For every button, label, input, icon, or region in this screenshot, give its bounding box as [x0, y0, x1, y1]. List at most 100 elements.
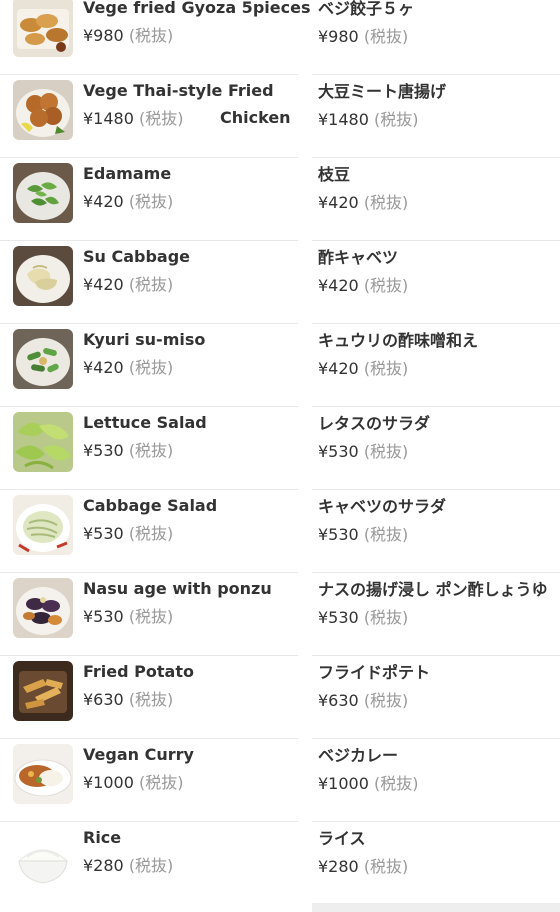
menu-item-price-row: ¥420 (税抜): [318, 360, 408, 378]
menu-item-name: キャベツのサラダ: [318, 497, 447, 516]
bottom-divider: [312, 903, 560, 912]
menu-item[interactable]: Cabbage Salad ¥530 (税抜): [0, 490, 298, 573]
menu-item-name: 枝豆: [318, 165, 351, 184]
tax-excluded-label: (税抜): [128, 856, 174, 875]
menu-item-price-row: ¥1480 (税抜): [83, 110, 184, 128]
menu-item-name: ベジ餃子５ヶ: [318, 0, 415, 18]
menu-item-price: ¥530: [83, 441, 124, 460]
menu-item[interactable]: ナスの揚げ浸し ポン酢しょうゆ ¥530 (税抜): [312, 573, 560, 656]
menu-item[interactable]: Edamame ¥420 (税抜): [0, 158, 298, 241]
tax-excluded-label: (税抜): [363, 359, 409, 378]
menu-item-name: Edamame: [83, 164, 172, 183]
menu-item[interactable]: Kyuri su-miso ¥420 (税抜): [0, 324, 298, 407]
tax-excluded-label: (税抜): [363, 857, 409, 876]
menu-item-price-row: ¥420 (税抜): [318, 277, 408, 295]
menu-item-price-row: ¥530 (税抜): [83, 608, 173, 626]
menu-item-name: Vege Thai-style Fried: [83, 81, 274, 100]
menu-item-price: ¥630: [318, 691, 359, 710]
menu-item[interactable]: ベジカレー ¥1000 (税抜): [312, 739, 560, 822]
tax-excluded-label: (税抜): [139, 109, 184, 128]
menu-item[interactable]: Vege Thai-style Fried Chicken ¥1480 (税抜): [0, 75, 298, 158]
tax-excluded-label: (税抜): [363, 193, 409, 212]
menu-item-name: Fried Potato: [83, 662, 194, 681]
menu-item[interactable]: Fried Potato ¥630 (税抜): [0, 656, 298, 739]
menu-item[interactable]: キュウリの酢味噌和え ¥420 (税抜): [312, 324, 560, 407]
menu-item-price: ¥420: [318, 359, 359, 378]
menu-item-price-row: ¥280 (税抜): [318, 858, 408, 876]
menu-item-price: ¥1000: [318, 774, 369, 793]
tax-excluded-label: (税抜): [139, 773, 184, 792]
menu-item-name: ベジカレー: [318, 746, 399, 765]
tax-excluded-label: (税抜): [128, 358, 174, 377]
menu-item-price-row: ¥420 (税抜): [83, 359, 173, 377]
menu-item-price: ¥530: [83, 607, 124, 626]
tax-excluded-label: (税抜): [128, 192, 174, 211]
menu-item-name: レタスのサラダ: [318, 414, 431, 433]
tax-excluded-label: (税抜): [128, 607, 174, 626]
menu-item-name: Kyuri su-miso: [83, 330, 206, 349]
menu-item-price: ¥1000: [83, 773, 134, 792]
tax-excluded-label: (税抜): [374, 774, 419, 793]
menu-item-name: 大豆ミート唐揚げ: [318, 82, 447, 101]
tax-excluded-label: (税抜): [363, 691, 409, 710]
rice-photo: [13, 827, 73, 887]
cabbage-salad-photo: [13, 495, 73, 555]
menu-item[interactable]: Vege fried Gyoza 5pieces ¥980 (税抜): [0, 0, 310, 75]
menu-item-name: Rice: [83, 828, 122, 847]
menu-item-price: ¥1480: [83, 109, 134, 128]
menu-item-price-row: ¥420 (税抜): [83, 193, 173, 211]
tax-excluded-label: (税抜): [363, 608, 409, 627]
menu-item-name: フライドポテト: [318, 663, 431, 682]
menu-item[interactable]: ベジ餃子５ヶ ¥980 (税抜): [312, 0, 560, 75]
tax-excluded-label: (税抜): [363, 27, 409, 46]
kyuri-photo: [13, 329, 73, 389]
menu-item[interactable]: 大豆ミート唐揚げ ¥1480 (税抜): [312, 75, 560, 158]
tax-excluded-label: (税抜): [363, 442, 409, 461]
lettuce-salad-photo: [13, 412, 73, 472]
menu-item-price-row: ¥420 (税抜): [83, 276, 173, 294]
menu-item-price: ¥280: [318, 857, 359, 876]
menu-item-price-row: ¥980 (税抜): [318, 28, 408, 46]
curry-photo: [13, 744, 73, 804]
menu-item-price-row: ¥530 (税抜): [318, 443, 408, 461]
gyoza-photo: [13, 0, 73, 57]
menu-item-price: ¥420: [83, 358, 124, 377]
menu-item-price: ¥420: [83, 275, 124, 294]
menu-item-price-row: ¥530 (税抜): [318, 526, 408, 544]
menu-item-price-row: ¥530 (税抜): [83, 525, 173, 543]
menu-item-price-row: ¥1000 (税抜): [83, 774, 184, 792]
menu-item-price-row: ¥420 (税抜): [318, 194, 408, 212]
menu-item-price: ¥1480: [318, 110, 369, 129]
menu-item[interactable]: Lettuce Salad ¥530 (税抜): [0, 407, 298, 490]
menu-item-price-row: ¥280 (税抜): [83, 857, 173, 875]
menu-item[interactable]: 酢キャベツ ¥420 (税抜): [312, 241, 560, 324]
menu-item-name: キュウリの酢味噌和え: [318, 331, 479, 350]
menu-item-price-row: ¥980 (税抜): [83, 27, 173, 45]
menu-item[interactable]: 枝豆 ¥420 (税抜): [312, 158, 560, 241]
menu-item-name: Cabbage Salad: [83, 496, 218, 515]
tax-excluded-label: (税抜): [128, 26, 174, 45]
menu-item-price: ¥280: [83, 856, 124, 875]
menu-item-name: ライス: [318, 829, 366, 848]
menu-item[interactable]: Rice ¥280 (税抜): [0, 822, 298, 904]
menu-item-name: Vegan Curry: [83, 745, 194, 764]
menu-item[interactable]: Su Cabbage ¥420 (税抜): [0, 241, 298, 324]
menu-item-price: ¥420: [318, 276, 359, 295]
menu-item-price: ¥980: [318, 27, 359, 46]
menu-item[interactable]: フライドポテト ¥630 (税抜): [312, 656, 560, 739]
menu-item-price-row: ¥530 (税抜): [318, 609, 408, 627]
menu-item[interactable]: レタスのサラダ ¥530 (税抜): [312, 407, 560, 490]
menu-item[interactable]: ライス ¥280 (税抜): [312, 822, 560, 904]
menu-item-name: 酢キャベツ: [318, 248, 399, 267]
menu-item[interactable]: Nasu age with ponzu ¥530 (税抜): [0, 573, 298, 656]
potato-photo: [13, 661, 73, 721]
menu-item-price: ¥420: [83, 192, 124, 211]
tax-excluded-label: (税抜): [363, 276, 409, 295]
menu-item[interactable]: Vegan Curry ¥1000 (税抜): [0, 739, 298, 822]
tax-excluded-label: (税抜): [363, 525, 409, 544]
menu-item[interactable]: キャベツのサラダ ¥530 (税抜): [312, 490, 560, 573]
tax-excluded-label: (税抜): [128, 441, 174, 460]
menu-item-name: ナスの揚げ浸し ポン酢しょうゆ: [318, 580, 548, 599]
fried-chicken-photo: [13, 80, 73, 140]
su-cabbage-photo: [13, 246, 73, 306]
